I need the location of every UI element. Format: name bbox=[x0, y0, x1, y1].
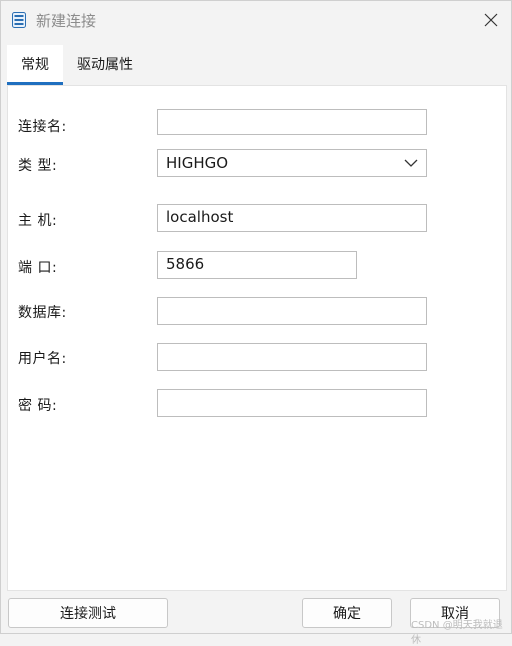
port-value: 5866 bbox=[166, 255, 205, 273]
database-icon bbox=[12, 12, 26, 28]
type-label: 类 型: bbox=[18, 158, 58, 174]
username-label: 用户名: bbox=[18, 351, 67, 367]
general-panel: 连接名: 类 型: HIGHGO 主 机: localhost 端 口: 586… bbox=[7, 85, 507, 591]
window-title: 新建连接 bbox=[36, 12, 97, 30]
dialog-window: 新建连接 常规 驱动属性 连接名: 类 型: HIGHGO 主 机: local bbox=[0, 0, 512, 646]
tab-general-label: 常规 bbox=[21, 57, 49, 73]
tab-driver-properties[interactable]: 驱动属性 bbox=[63, 45, 147, 85]
conn-name-input[interactable] bbox=[157, 109, 427, 135]
database-input[interactable] bbox=[157, 297, 427, 325]
database-label: 数据库: bbox=[18, 305, 67, 321]
ok-label: 确定 bbox=[333, 606, 361, 622]
username-input[interactable] bbox=[157, 343, 427, 371]
close-button[interactable] bbox=[475, 5, 507, 35]
password-label: 密 码: bbox=[18, 398, 58, 414]
host-input[interactable]: localhost bbox=[157, 204, 427, 232]
host-label: 主 机: bbox=[18, 213, 58, 229]
watermark: CSDN @明天我就退休 bbox=[411, 620, 503, 646]
port-label: 端 口: bbox=[18, 260, 58, 276]
tab-general[interactable]: 常规 bbox=[7, 45, 63, 85]
test-connection-label: 连接测试 bbox=[60, 606, 116, 622]
title-bar: 新建连接 bbox=[1, 1, 512, 39]
chevron-down-icon bbox=[404, 159, 418, 167]
tab-driver-properties-label: 驱动属性 bbox=[77, 57, 133, 73]
type-value: HIGHGO bbox=[166, 154, 229, 172]
host-value: localhost bbox=[166, 208, 234, 226]
ok-button[interactable]: 确定 bbox=[302, 598, 392, 628]
port-input[interactable]: 5866 bbox=[157, 251, 357, 279]
conn-name-label: 连接名: bbox=[18, 119, 67, 135]
tab-bar: 常规 驱动属性 bbox=[7, 45, 147, 85]
password-input[interactable] bbox=[157, 389, 427, 417]
close-icon bbox=[484, 13, 498, 27]
test-connection-button[interactable]: 连接测试 bbox=[8, 598, 168, 628]
type-select[interactable]: HIGHGO bbox=[157, 149, 427, 177]
